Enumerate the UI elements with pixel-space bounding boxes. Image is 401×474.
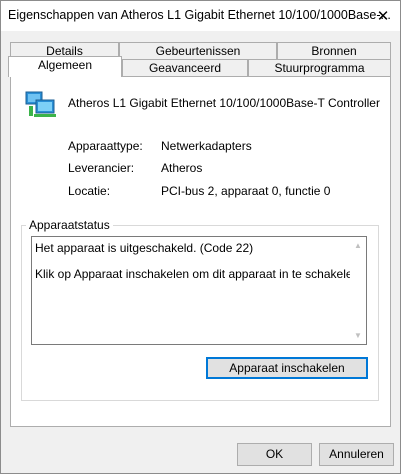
tab-label: Algemeen bbox=[37, 58, 93, 72]
network-adapter-icon bbox=[25, 91, 56, 117]
close-button[interactable]: ✕ bbox=[366, 1, 400, 31]
ok-button[interactable]: OK bbox=[237, 443, 312, 466]
device-type-label: Apparaattype: bbox=[68, 139, 143, 153]
tab-label: Stuurprogramma bbox=[274, 61, 365, 75]
device-name: Atheros L1 Gigabit Ethernet 10/100/1000B… bbox=[68, 96, 380, 110]
device-status-group: Apparaatstatus Het apparaat is uitgescha… bbox=[21, 218, 379, 401]
status-line: Klik op Apparaat inschakelen om dit appa… bbox=[35, 267, 363, 281]
device-type-value: Netwerkadapters bbox=[161, 139, 252, 153]
tab-label: Gebeurtenissen bbox=[155, 44, 241, 58]
device-status-textbox[interactable]: Het apparaat is uitgeschakeld. (Code 22)… bbox=[31, 236, 367, 345]
enable-device-button[interactable]: Apparaat inschakelen bbox=[206, 357, 368, 379]
tab-label: Bronnen bbox=[311, 44, 357, 58]
device-status-legend: Apparaatstatus bbox=[26, 218, 113, 232]
status-scrollbar[interactable]: ▲ ▼ bbox=[350, 237, 366, 344]
tab-label: Geavanceerd bbox=[148, 61, 222, 75]
location-value: PCI-bus 2, apparaat 0, functie 0 bbox=[161, 184, 331, 198]
tab-panel-algemeen: Atheros L1 Gigabit Ethernet 10/100/1000B… bbox=[10, 76, 391, 427]
manufacturer-value: Atheros bbox=[161, 161, 203, 175]
cancel-button[interactable]: Annuleren bbox=[319, 443, 394, 466]
tab-algemeen[interactable]: Algemeen bbox=[8, 56, 122, 77]
window-title: Eigenschappen van Atheros L1 Gigabit Eth… bbox=[8, 8, 391, 22]
scroll-down-icon[interactable]: ▼ bbox=[354, 331, 362, 340]
title-bar[interactable]: Eigenschappen van Atheros L1 Gigabit Eth… bbox=[1, 1, 400, 31]
status-line: Het apparaat is uitgeschakeld. (Code 22) bbox=[35, 241, 254, 255]
location-label: Locatie: bbox=[68, 184, 111, 198]
properties-dialog: Eigenschappen van Atheros L1 Gigabit Eth… bbox=[0, 0, 401, 474]
manufacturer-label: Leverancier: bbox=[68, 161, 135, 175]
close-icon: ✕ bbox=[376, 8, 390, 25]
scroll-up-icon[interactable]: ▲ bbox=[354, 241, 362, 250]
